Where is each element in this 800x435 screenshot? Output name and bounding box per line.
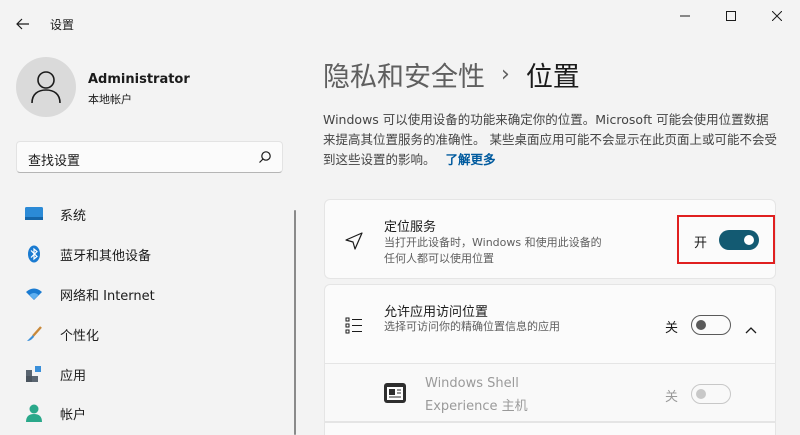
window-title: 设置	[50, 18, 75, 32]
apps-icon	[24, 364, 44, 384]
breadcrumb: 隐私和安全性 › 位置	[323, 55, 580, 94]
bluetooth-icon	[24, 244, 44, 264]
brush-icon	[24, 324, 44, 344]
sidebar-item-label: 系统	[60, 208, 87, 224]
sidebar-scrollbar[interactable]	[294, 210, 296, 435]
sidebar-item-label: 蓝牙和其他设备	[60, 248, 152, 264]
minimize-icon	[680, 15, 690, 17]
close-button[interactable]	[754, 0, 800, 32]
sidebar-item-personalization[interactable]: 个性化	[24, 317, 274, 351]
sidebar-item-network[interactable]: 网络和 Internet	[24, 277, 274, 311]
app-window-icon	[383, 381, 407, 405]
app-access-card[interactable]: 允许应用访问位置 选择可访问你的精确位置信息的应用 关	[324, 284, 776, 364]
maximize-button[interactable]	[708, 0, 754, 32]
minimize-button[interactable]	[662, 0, 708, 32]
account-icon	[24, 403, 44, 423]
app-access-state: 关	[665, 321, 679, 336]
sidebar-item-apps[interactable]: 应用	[24, 357, 274, 391]
sidebar-item-accounts[interactable]: 帐户	[24, 396, 274, 430]
location-services-title: 定位服务	[384, 220, 437, 235]
navigation-arrow-icon	[343, 230, 365, 252]
location-services-subtitle: 当打开此设备时，Windows 和使用此设备的任何人都可以使用位置	[384, 236, 602, 265]
toggle-knob	[696, 389, 706, 399]
back-arrow-icon	[16, 18, 29, 30]
sidebar-item-system[interactable]: 系统	[24, 197, 274, 231]
user-name: Administrator	[88, 72, 190, 87]
search-input[interactable]: 查找设置	[16, 141, 283, 173]
highlight-box	[677, 215, 775, 264]
shell-app-title-line1: Windows Shell	[425, 376, 519, 391]
breadcrumb-parent[interactable]: 隐私和安全性	[323, 55, 485, 94]
sidebar-item-bluetooth[interactable]: 蓝牙和其他设备	[24, 237, 274, 271]
sidebar-item-label: 网络和 Internet	[60, 288, 155, 304]
shell-app-toggle[interactable]	[691, 384, 731, 404]
sidebar-item-label: 应用	[60, 368, 87, 384]
system-icon	[24, 204, 44, 224]
next-app-row	[324, 422, 776, 435]
page-description: Windows 可以使用设备的功能来确定你的位置。Microsoft 可能会使用…	[323, 110, 778, 170]
shell-experience-row: Windows Shell Experience 主机 关	[324, 364, 776, 422]
user-icon	[31, 71, 61, 104]
maximize-icon	[726, 11, 736, 21]
sidebar-item-label: 个性化	[60, 328, 100, 344]
avatar[interactable]	[16, 57, 76, 117]
search-placeholder: 查找设置	[28, 154, 81, 169]
sidebar-item-label: 帐户	[60, 407, 87, 423]
shell-app-title-line2: Experience 主机	[425, 399, 528, 414]
toggle-knob	[696, 320, 706, 330]
app-access-title: 允许应用访问位置	[384, 305, 489, 320]
search-icon[interactable]	[258, 150, 272, 164]
description-text: Windows 可以使用设备的功能来确定你的位置。Microsoft 可能会使用…	[323, 112, 777, 167]
back-button[interactable]	[10, 12, 36, 36]
wifi-icon	[24, 284, 44, 304]
account-type: 本地帐户	[88, 93, 132, 106]
breadcrumb-separator: ›	[501, 62, 510, 87]
app-access-toggle[interactable]	[691, 315, 731, 335]
app-access-subtitle: 选择可访问你的精确位置信息的应用	[384, 320, 560, 333]
shell-app-state: 关	[665, 390, 679, 405]
title-bar: 设置	[0, 0, 800, 46]
list-icon	[343, 314, 365, 336]
learn-more-link[interactable]: 了解更多	[446, 152, 496, 167]
page-title: 位置	[525, 62, 580, 93]
chevron-up-icon[interactable]	[745, 319, 757, 338]
close-icon	[772, 11, 782, 21]
